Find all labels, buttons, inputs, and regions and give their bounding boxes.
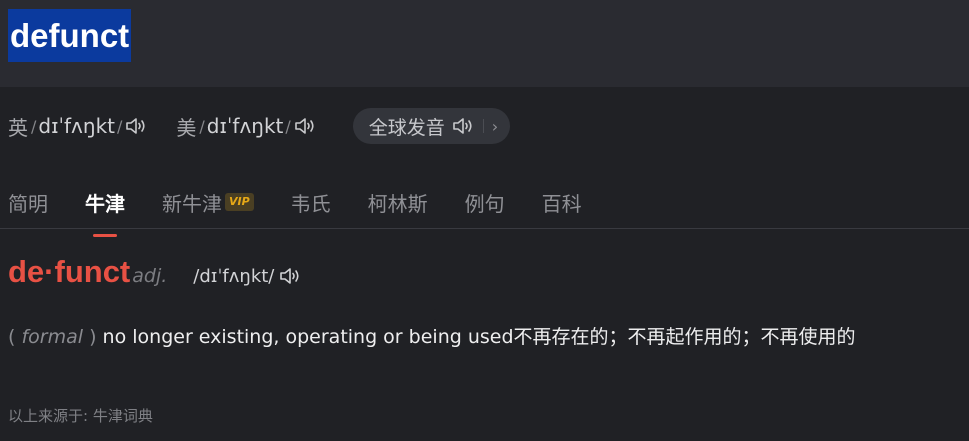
tab-webster[interactable]: 韦氏 (291, 188, 331, 217)
register-label: formal (21, 326, 84, 348)
tabs-divider (0, 228, 969, 229)
tab-label: 韦氏 (290, 191, 331, 216)
tab-label: 简明 (8, 191, 48, 216)
uk-label: 英 (8, 115, 28, 140)
tab-label: 百科 (541, 191, 582, 216)
slash: / (285, 116, 291, 136)
us-label: 美 (176, 115, 197, 140)
source-note: 以上来源于: 牛津词典 (8, 407, 153, 425)
tab-encyclopedia[interactable]: 百科 (542, 188, 582, 217)
tab-label: 新牛津 (162, 191, 222, 216)
part-of-speech: adj. (132, 265, 168, 287)
slash: / (199, 116, 205, 136)
entry-heading: de·funct adj. /dɪˈfʌŋkt/ (8, 254, 304, 298)
speaker-icon[interactable] (278, 265, 304, 287)
tab-label: 柯林斯 (367, 191, 428, 216)
tab-new-oxford[interactable]: 新牛津 VIP (162, 188, 254, 217)
slash: / (31, 116, 37, 136)
header-bar: defunct (0, 0, 969, 87)
global-pronunciation-label: 全球发音 (368, 116, 445, 139)
dictionary-tabs: 简明 牛津 新牛津 VIP 韦氏 柯林斯 例句 百科 (8, 184, 619, 237)
tab-examples[interactable]: 例句 (465, 188, 505, 217)
speaker-icon (451, 115, 477, 137)
slash: / (117, 116, 123, 136)
us-pronunciation: 美 / dɪˈfʌŋkt / (176, 112, 318, 141)
headword: de·funct (8, 254, 131, 289)
entry-ipa: /dɪˈfʌŋkt/ (193, 266, 275, 287)
tab-collins[interactable]: 柯林斯 (368, 188, 428, 217)
speaker-icon[interactable] (124, 115, 150, 137)
global-pronunciation-button[interactable]: 全球发音 › (352, 108, 511, 144)
separator (482, 119, 484, 133)
uk-ipa: dɪˈfʌŋkt (38, 114, 115, 138)
definition: ( formal ) no longer existing, operating… (8, 322, 856, 349)
tab-concise[interactable]: 简明 (8, 188, 48, 217)
tab-oxford[interactable]: 牛津 (85, 188, 125, 237)
search-word: defunct (8, 9, 132, 62)
paren-close: ) (89, 326, 97, 348)
tab-label: 牛津 (85, 191, 125, 216)
definition-text: no longer existing, operating or being u… (102, 326, 856, 348)
speaker-icon[interactable] (293, 115, 319, 137)
paren-open: ( (8, 326, 16, 348)
us-ipa: dɪˈfʌŋkt (206, 114, 284, 138)
vip-badge: VIP (225, 193, 254, 211)
tab-label: 例句 (464, 191, 505, 216)
uk-pronunciation: 英 / dɪˈfʌŋkt / (8, 112, 150, 141)
pronunciation-row: 英 / dɪˈfʌŋkt / 美 / dɪˈfʌŋkt / 全球发音 › (8, 108, 511, 144)
chevron-right-icon: › (491, 116, 499, 136)
